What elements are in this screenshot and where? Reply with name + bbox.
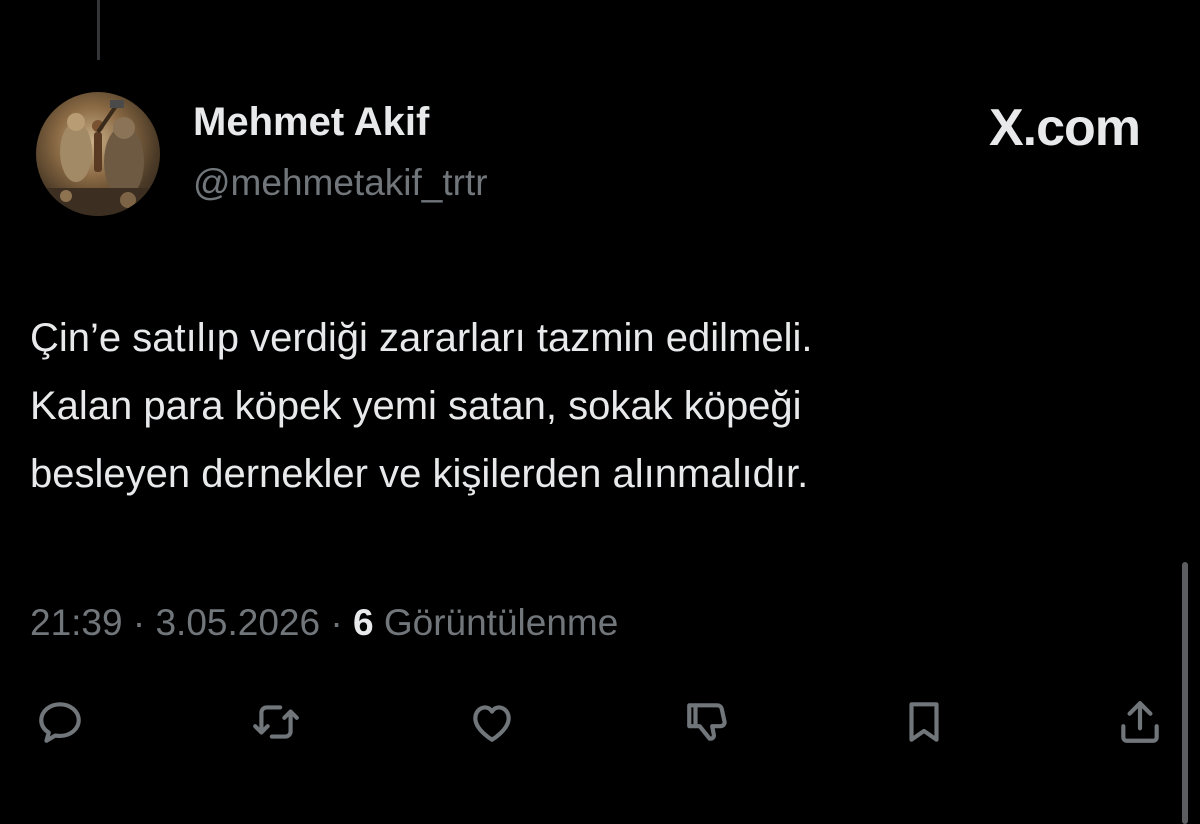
author-name[interactable]: Mehmet Akif bbox=[193, 100, 429, 145]
retweet-button[interactable] bbox=[246, 692, 306, 752]
bookmark-icon bbox=[909, 702, 939, 742]
dislike-button[interactable] bbox=[678, 692, 738, 752]
dislike-icon bbox=[687, 703, 727, 741]
like-icon bbox=[473, 705, 511, 742]
tweet-time[interactable]: 21:39 bbox=[30, 602, 123, 643]
views-count: 6 bbox=[352, 602, 374, 643]
reply-button[interactable] bbox=[30, 692, 90, 752]
tweet-text-line: Çin’e satılıp verdiği zararları tazmin e… bbox=[30, 316, 813, 360]
tweet-text: Çin’e satılıp verdiği zararları tazmin e… bbox=[30, 304, 1150, 508]
author-handle[interactable]: @mehmetakif_trtr bbox=[193, 162, 488, 204]
avatar[interactable] bbox=[36, 92, 160, 216]
tweet-action-bar bbox=[30, 692, 1170, 752]
retweet-icon bbox=[253, 705, 299, 739]
reply-icon bbox=[39, 702, 81, 743]
tweet-meta: 21:39 · 3.05.2026 · 6 Görüntülenme bbox=[30, 602, 618, 644]
scrollbar[interactable] bbox=[1182, 562, 1188, 824]
meta-separator: · bbox=[132, 602, 146, 643]
tweet-date[interactable]: 3.05.2026 bbox=[155, 602, 320, 643]
share-button[interactable] bbox=[1110, 692, 1170, 752]
meta-separator: · bbox=[330, 602, 343, 643]
thread-connector-line bbox=[97, 0, 100, 60]
tweet-text-line: Kalan para köpek yemi satan, sokak köpeğ… bbox=[30, 384, 802, 428]
like-button[interactable] bbox=[462, 692, 522, 752]
share-icon bbox=[1121, 701, 1159, 743]
bookmark-button[interactable] bbox=[894, 692, 954, 752]
x-brand-logo: X.com bbox=[988, 99, 1141, 157]
avatar-image bbox=[46, 100, 150, 216]
views-label: Görüntülenme bbox=[383, 602, 619, 643]
tweet-text-line: besleyen dernekler ve kişilerden alınmal… bbox=[30, 452, 809, 496]
